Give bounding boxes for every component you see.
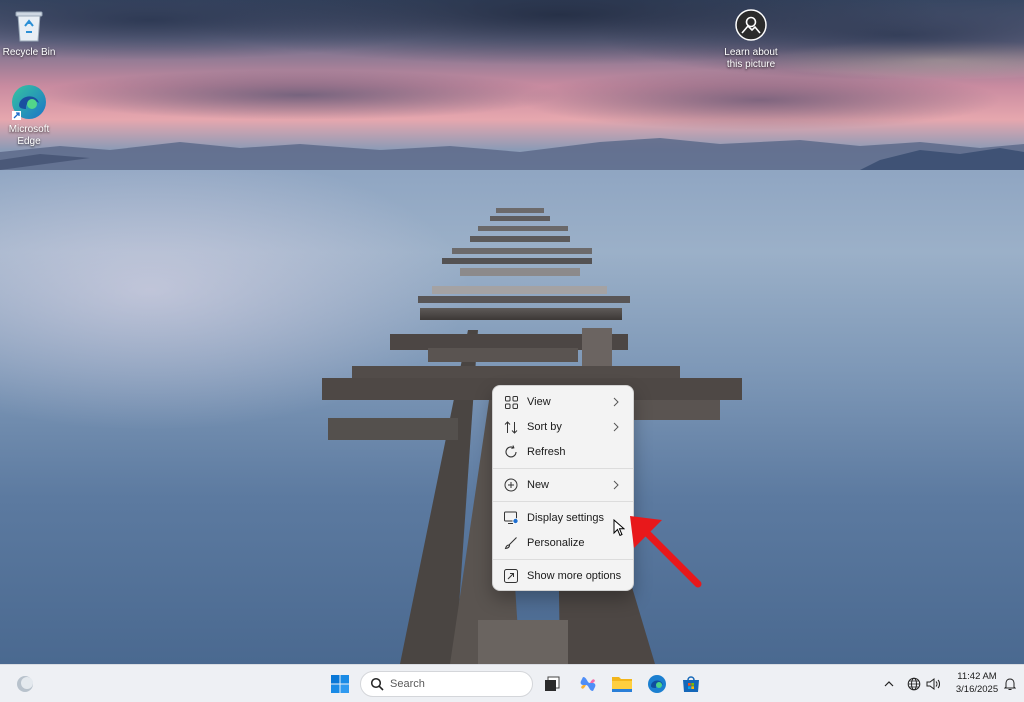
copilot-icon — [580, 677, 596, 691]
expand-icon — [503, 568, 519, 584]
learn-about-picture-shortcut[interactable]: Learn about this picture — [719, 5, 783, 71]
taskbar-search-input[interactable]: Search — [360, 671, 533, 697]
microsoft-edge-shortcut[interactable]: Microsoft Edge — [0, 82, 61, 148]
refresh-icon — [503, 444, 519, 460]
menu-item-label: New — [527, 479, 550, 491]
search-icon — [370, 677, 384, 691]
bell-icon — [1004, 678, 1016, 690]
red-arrow-annotation — [630, 516, 702, 588]
microsoft-store-button[interactable] — [678, 672, 704, 696]
menu-item-label: Show more options — [527, 570, 622, 582]
show-hidden-icons-button[interactable] — [878, 672, 900, 696]
desktop-context-menu: View Sort by Refresh New Display setting… — [492, 385, 634, 591]
file-explorer-button[interactable] — [609, 672, 635, 696]
menu-item-label: Display settings — [527, 512, 605, 524]
store-icon — [683, 676, 699, 692]
chevron-up-icon — [884, 681, 894, 687]
folder-icon — [612, 677, 632, 692]
weather-icon — [17, 676, 33, 692]
windows-logo-icon — [331, 675, 349, 693]
search-placeholder: Search — [390, 678, 425, 690]
task-view-icon — [545, 676, 560, 691]
menu-item-label: Refresh — [527, 446, 566, 458]
brush-icon — [503, 535, 519, 551]
menu-item-sort-by[interactable]: Sort by — [497, 415, 629, 439]
menu-item-new[interactable]: New — [497, 473, 629, 497]
grid-icon — [503, 394, 519, 410]
menu-item-label: Personalize — [527, 537, 585, 549]
clock-time: 11:42 AM — [957, 671, 997, 682]
network-volume-button[interactable] — [904, 672, 944, 696]
edge-taskbar-button[interactable] — [644, 672, 670, 696]
taskbar: Search 11:42 AM 3/16/2025 — [0, 664, 1024, 702]
globe-icon — [907, 677, 920, 691]
display-icon — [503, 510, 519, 526]
clock-date: 3/16/2025 — [955, 684, 999, 695]
recycle-bin-label: Recycle Bin — [2, 47, 56, 58]
menu-item-label: View — [527, 396, 551, 408]
edge-icon — [648, 675, 666, 693]
recycle-bin-icon — [9, 5, 49, 45]
menu-item-view[interactable]: View — [497, 390, 629, 414]
copilot-button[interactable] — [575, 672, 601, 696]
speaker-icon — [926, 678, 940, 690]
menu-separator — [493, 468, 633, 469]
edge-icon — [9, 82, 49, 122]
plus-circle-icon — [503, 477, 519, 493]
learn-about-picture-label: Learn about this picture — [724, 47, 778, 70]
task-view-button[interactable] — [539, 672, 565, 696]
menu-item-personalize[interactable]: Personalize — [497, 531, 629, 555]
mouse-pointer-icon — [613, 519, 625, 537]
chevron-right-icon — [613, 397, 619, 407]
menu-separator — [493, 501, 633, 502]
start-button[interactable] — [327, 672, 353, 696]
taskbar-clock[interactable]: 11:42 AM 3/16/2025 — [952, 670, 1002, 696]
camera-info-icon — [731, 5, 771, 45]
sort-icon — [503, 419, 519, 435]
recycle-bin-shortcut[interactable]: Recycle Bin — [0, 5, 61, 59]
menu-separator — [493, 559, 633, 560]
notifications-button[interactable] — [1000, 672, 1020, 696]
menu-item-label: Sort by — [527, 421, 562, 433]
chevron-right-icon — [613, 480, 619, 490]
chevron-right-icon — [613, 422, 619, 432]
weather-widget-button[interactable] — [12, 672, 38, 696]
menu-item-display-settings[interactable]: Display settings — [497, 506, 629, 530]
microsoft-edge-label: Microsoft Edge — [8, 124, 50, 147]
menu-item-refresh[interactable]: Refresh — [497, 440, 629, 464]
menu-item-show-more-options[interactable]: Show more options — [497, 564, 629, 588]
